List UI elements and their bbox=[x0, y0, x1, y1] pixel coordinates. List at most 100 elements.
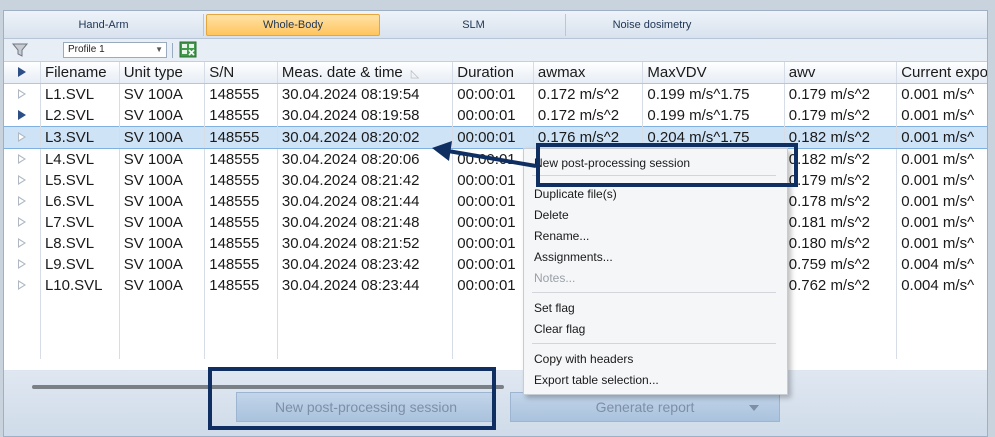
flag-icon bbox=[17, 89, 26, 99]
mode-tabs: Hand-Arm Whole-Body SLM Noise dosimetry bbox=[4, 11, 987, 39]
table-cell: L7.SVL bbox=[40, 212, 120, 233]
table-cell: L5.SVL bbox=[40, 170, 120, 191]
table-cell: 00:00:01 bbox=[452, 126, 534, 149]
empty-cell bbox=[40, 317, 120, 338]
menu-item-rename[interactable]: Rename... bbox=[534, 229, 589, 243]
flag-cell[interactable] bbox=[4, 254, 41, 275]
table-row[interactable]: L4.SVL SV 100A 148555 30.04.2024 08:20:06 00… bbox=[4, 148, 987, 170]
table-cell: 148555 bbox=[204, 170, 278, 191]
table-cell: 0.181 m/s^2 bbox=[784, 212, 898, 233]
filter-icon[interactable] bbox=[11, 41, 29, 59]
excel-export-icon[interactable] bbox=[179, 41, 197, 58]
column-header[interactable]: Unit type bbox=[119, 62, 206, 84]
table-row[interactable]: L6.SVL SV 100A 148555 30.04.2024 08:21:44 00… bbox=[4, 191, 987, 212]
table-cell: 30.04.2024 08:23:44 bbox=[277, 275, 454, 296]
table-cell: L10.SVL bbox=[40, 275, 120, 296]
table-row[interactable]: L9.SVL SV 100A 148555 30.04.2024 08:23:42 00… bbox=[4, 254, 987, 275]
flag-cell[interactable] bbox=[4, 148, 41, 170]
table-row[interactable]: L2.SVL SV 100A 148555 30.04.2024 08:19:58 00… bbox=[4, 105, 987, 127]
flag-cell[interactable] bbox=[4, 126, 41, 149]
flag-cell[interactable] bbox=[4, 275, 41, 296]
highlight-box-button bbox=[208, 367, 496, 430]
empty-row bbox=[4, 296, 987, 317]
table-cell: 30.04.2024 08:20:06 bbox=[277, 148, 454, 170]
table-row[interactable]: L3.SVL SV 100A 148555 30.04.2024 08:20:02 00… bbox=[4, 126, 987, 149]
empty-cell bbox=[204, 338, 278, 359]
menu-item-assignments[interactable]: Assignments... bbox=[534, 250, 613, 264]
flag-icon bbox=[17, 175, 26, 185]
table-cell: 0.199 m/s^1.75 bbox=[642, 83, 785, 105]
menu-item-duplicate[interactable]: Duplicate file(s) bbox=[534, 187, 617, 201]
table-cell: 0.762 m/s^2 bbox=[784, 275, 898, 296]
table-cell: 0.001 m/s^ bbox=[896, 233, 987, 254]
empty-cell bbox=[4, 296, 41, 317]
column-header[interactable]: Meas. date & time ◺ bbox=[277, 62, 454, 84]
table-cell: SV 100A bbox=[119, 170, 206, 191]
tab-noise-dosimetry[interactable]: Noise dosimetry bbox=[568, 14, 736, 36]
empty-cell bbox=[896, 338, 987, 359]
table-cell: L6.SVL bbox=[40, 191, 120, 212]
toolbar-divider bbox=[172, 43, 173, 58]
flag-column-header[interactable] bbox=[4, 62, 41, 84]
empty-cell bbox=[119, 338, 206, 359]
flag-icon bbox=[17, 154, 26, 164]
table-cell: 148555 bbox=[204, 212, 278, 233]
flag-cell[interactable] bbox=[4, 105, 41, 127]
table-row[interactable]: L10.SVL SV 100A 148555 30.04.2024 08:23:44 0… bbox=[4, 275, 987, 296]
empty-row bbox=[4, 338, 987, 359]
column-header-label: Meas. date & time bbox=[281, 64, 403, 81]
flag-cell[interactable] bbox=[4, 233, 41, 254]
flag-cell[interactable] bbox=[4, 191, 41, 212]
table-cell: 30.04.2024 08:20:02 bbox=[277, 126, 454, 149]
column-header[interactable]: awv bbox=[784, 62, 898, 84]
flag-cell[interactable] bbox=[4, 170, 41, 191]
flag-icon bbox=[17, 259, 26, 269]
table-cell: SV 100A bbox=[119, 126, 206, 149]
generate-report-button[interactable]: Generate report bbox=[510, 392, 780, 422]
table-row[interactable]: L5.SVL SV 100A 148555 30.04.2024 08:21:42 00… bbox=[4, 170, 987, 191]
tab-hand-arm[interactable]: Hand-Arm bbox=[4, 14, 204, 36]
table-cell: 0.004 m/s^ bbox=[896, 275, 987, 296]
flag-cell[interactable] bbox=[4, 212, 41, 233]
column-header[interactable]: MaxVDV bbox=[642, 62, 785, 84]
table-cell: 00:00:01 bbox=[452, 105, 534, 127]
menu-item-clear-flag[interactable]: Clear flag bbox=[534, 322, 585, 336]
table-cell: 0.001 m/s^ bbox=[896, 212, 987, 233]
column-header[interactable]: S/N bbox=[204, 62, 278, 84]
table-row[interactable]: L8.SVL SV 100A 148555 30.04.2024 08:21:52 00… bbox=[4, 233, 987, 254]
menu-separator bbox=[532, 292, 776, 293]
table-cell: 30.04.2024 08:21:44 bbox=[277, 191, 454, 212]
column-header[interactable]: Filename bbox=[40, 62, 120, 84]
tab-whole-body[interactable]: Whole-Body bbox=[206, 14, 380, 36]
column-header[interactable]: awmax bbox=[533, 62, 644, 84]
empty-cell bbox=[119, 317, 206, 338]
menu-item-copy-headers[interactable]: Copy with headers bbox=[534, 352, 633, 366]
menu-item-set-flag[interactable]: Set flag bbox=[534, 301, 575, 315]
table-cell: 148555 bbox=[204, 126, 278, 149]
menu-item-delete[interactable]: Delete bbox=[534, 208, 569, 222]
table-cell: 30.04.2024 08:19:58 bbox=[277, 105, 454, 127]
table-cell: 148555 bbox=[204, 275, 278, 296]
table-cell: SV 100A bbox=[119, 191, 206, 212]
column-header[interactable]: Current expo bbox=[896, 62, 987, 84]
empty-cell bbox=[784, 317, 898, 338]
table-cell: 0.001 m/s^ bbox=[896, 126, 987, 149]
table-cell: 148555 bbox=[204, 191, 278, 212]
table-cell: SV 100A bbox=[119, 254, 206, 275]
flag-icon bbox=[17, 217, 26, 227]
table-cell: 0.172 m/s^2 bbox=[533, 105, 644, 127]
table-row[interactable]: L1.SVL SV 100A 148555 30.04.2024 08:19:54 00… bbox=[4, 83, 987, 105]
table-cell: 0.001 m/s^ bbox=[896, 148, 987, 170]
flag-icon bbox=[17, 196, 26, 206]
table-row[interactable]: L7.SVL SV 100A 148555 30.04.2024 08:21:48 00… bbox=[4, 212, 987, 233]
empty-cell bbox=[896, 317, 987, 338]
flag-cell[interactable] bbox=[4, 83, 41, 105]
tab-slm[interactable]: SLM bbox=[382, 14, 566, 36]
profile-select[interactable]: Profile 1 ▼ bbox=[63, 42, 167, 58]
menu-item-export-selection[interactable]: Export table selection... bbox=[534, 373, 659, 387]
table-cell: 00:00:01 bbox=[452, 170, 534, 191]
dropdown-arrow-icon[interactable] bbox=[749, 405, 759, 411]
table-cell: 148555 bbox=[204, 254, 278, 275]
column-header[interactable]: Duration bbox=[452, 62, 534, 84]
table-cell: SV 100A bbox=[119, 83, 206, 105]
